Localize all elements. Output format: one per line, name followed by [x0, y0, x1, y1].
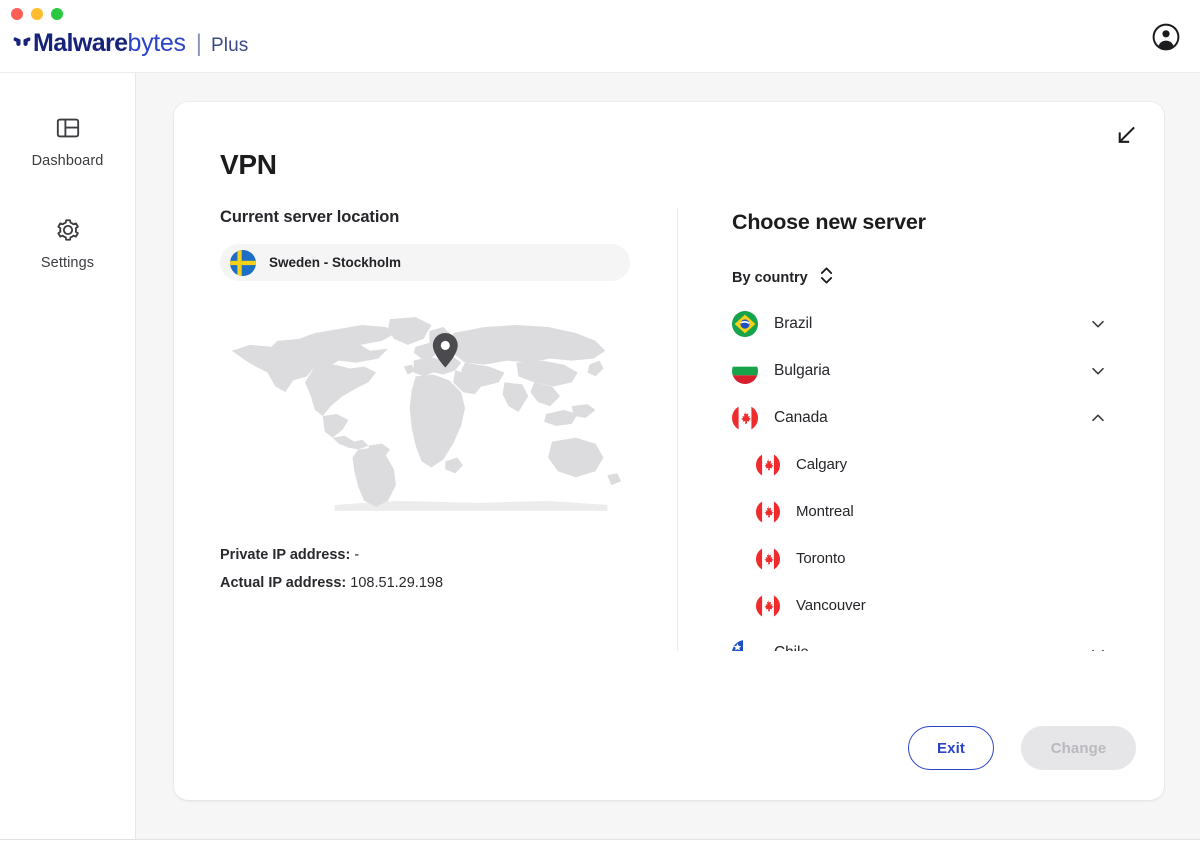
server-city-row[interactable]: Toronto [732, 535, 1134, 582]
flag-canada-icon [756, 547, 780, 571]
actual-ip-value: 108.51.29.198 [350, 575, 443, 591]
window-bottom-edge [0, 839, 1200, 843]
card-footer: Exit Change [908, 726, 1136, 770]
sort-by-label: By country [732, 270, 808, 286]
gear-icon [55, 217, 81, 243]
current-server-chip[interactable]: Sweden - Stockholm [220, 244, 630, 281]
chevron-down-icon[interactable] [1090, 363, 1106, 379]
flag-canada-icon [756, 594, 780, 618]
current-server-label: Sweden - Stockholm [269, 255, 401, 270]
server-name-label: Chile [774, 644, 809, 652]
chevron-down-icon[interactable] [1090, 645, 1106, 652]
server-city-row[interactable]: Calgary [732, 441, 1134, 488]
brand-separator: | [196, 30, 202, 58]
sort-vertical-icon [819, 266, 834, 290]
minimize-window-button[interactable] [31, 8, 43, 20]
server-name-label: Toronto [796, 550, 845, 567]
brand-name-primary: Malware [33, 29, 127, 58]
close-window-button[interactable] [11, 8, 23, 20]
server-city-row[interactable]: Montreal [732, 488, 1134, 535]
vpn-panes: Current server location [220, 208, 1134, 651]
actual-ip-label: Actual IP address: [220, 575, 346, 591]
ip-info: Private IP address: - Actual IP address:… [220, 541, 647, 597]
chevron-down-icon[interactable] [1090, 316, 1106, 332]
brand-name-secondary: bytes [127, 29, 185, 58]
private-ip-label: Private IP address: [220, 547, 350, 563]
page-title: VPN [220, 149, 1134, 181]
server-country-row[interactable]: Brazil [732, 300, 1134, 347]
actual-ip-row: Actual IP address: 108.51.29.198 [220, 569, 647, 597]
maximize-window-button[interactable] [51, 8, 63, 20]
flag-brazil-icon [732, 311, 758, 337]
server-name-label: Brazil [774, 315, 812, 333]
choose-server-title: Choose new server [732, 210, 1134, 235]
server-name-label: Calgary [796, 456, 847, 473]
server-list[interactable]: Brazil Bulgaria [732, 300, 1134, 651]
brand-logo: Malwarebytes | Plus [12, 29, 248, 58]
sidebar-item-dashboard[interactable]: Dashboard [0, 105, 135, 187]
brand-edition: Plus [211, 35, 248, 57]
sidebar-item-dashboard-label: Dashboard [32, 153, 104, 169]
flag-canada-icon [756, 500, 780, 524]
choose-server-pane: Choose new server By country [677, 208, 1134, 651]
server-name-label: Montreal [796, 503, 854, 520]
sidebar-nav: Dashboard Settings [0, 73, 136, 843]
arrow-down-left-icon[interactable] [1113, 122, 1139, 148]
flag-chile-icon [732, 640, 758, 652]
layout-panel-icon [55, 115, 81, 141]
server-name-label: Bulgaria [774, 362, 830, 380]
malwarebytes-app-window: Malwarebytes | Plus [0, 0, 1200, 843]
server-country-row[interactable]: Chile [732, 629, 1134, 651]
world-map [220, 310, 635, 515]
account-circle-icon[interactable] [1152, 23, 1180, 51]
vpn-card: VPN Current server location [174, 102, 1164, 800]
server-country-row[interactable]: Bulgaria [732, 347, 1134, 394]
main-content: VPN Current server location [136, 73, 1200, 843]
sort-by-country-control[interactable]: By country [732, 266, 834, 290]
exit-button[interactable]: Exit [908, 726, 994, 770]
current-server-pane: Current server location [220, 208, 677, 651]
sidebar-item-settings[interactable]: Settings [0, 207, 135, 289]
flag-canada-icon [756, 453, 780, 477]
malwarebytes-mark-icon [12, 33, 32, 54]
chevron-up-icon[interactable] [1090, 410, 1106, 426]
current-server-heading: Current server location [220, 208, 647, 227]
server-city-row[interactable]: Vancouver [732, 582, 1134, 629]
window-controls [11, 8, 63, 20]
app-body: Dashboard Settings [0, 73, 1200, 843]
change-button: Change [1021, 726, 1136, 770]
sidebar-item-settings-label: Settings [41, 255, 94, 271]
server-name-label: Vancouver [796, 597, 866, 614]
flag-sweden-icon [230, 250, 256, 276]
flag-bulgaria-icon [732, 358, 758, 384]
flag-canada-icon [732, 405, 758, 431]
server-name-label: Canada [774, 409, 828, 427]
private-ip-value: - [354, 547, 359, 563]
private-ip-row: Private IP address: - [220, 541, 647, 569]
title-bar: Malwarebytes | Plus [0, 0, 1200, 73]
server-country-row[interactable]: Canada [732, 394, 1134, 441]
